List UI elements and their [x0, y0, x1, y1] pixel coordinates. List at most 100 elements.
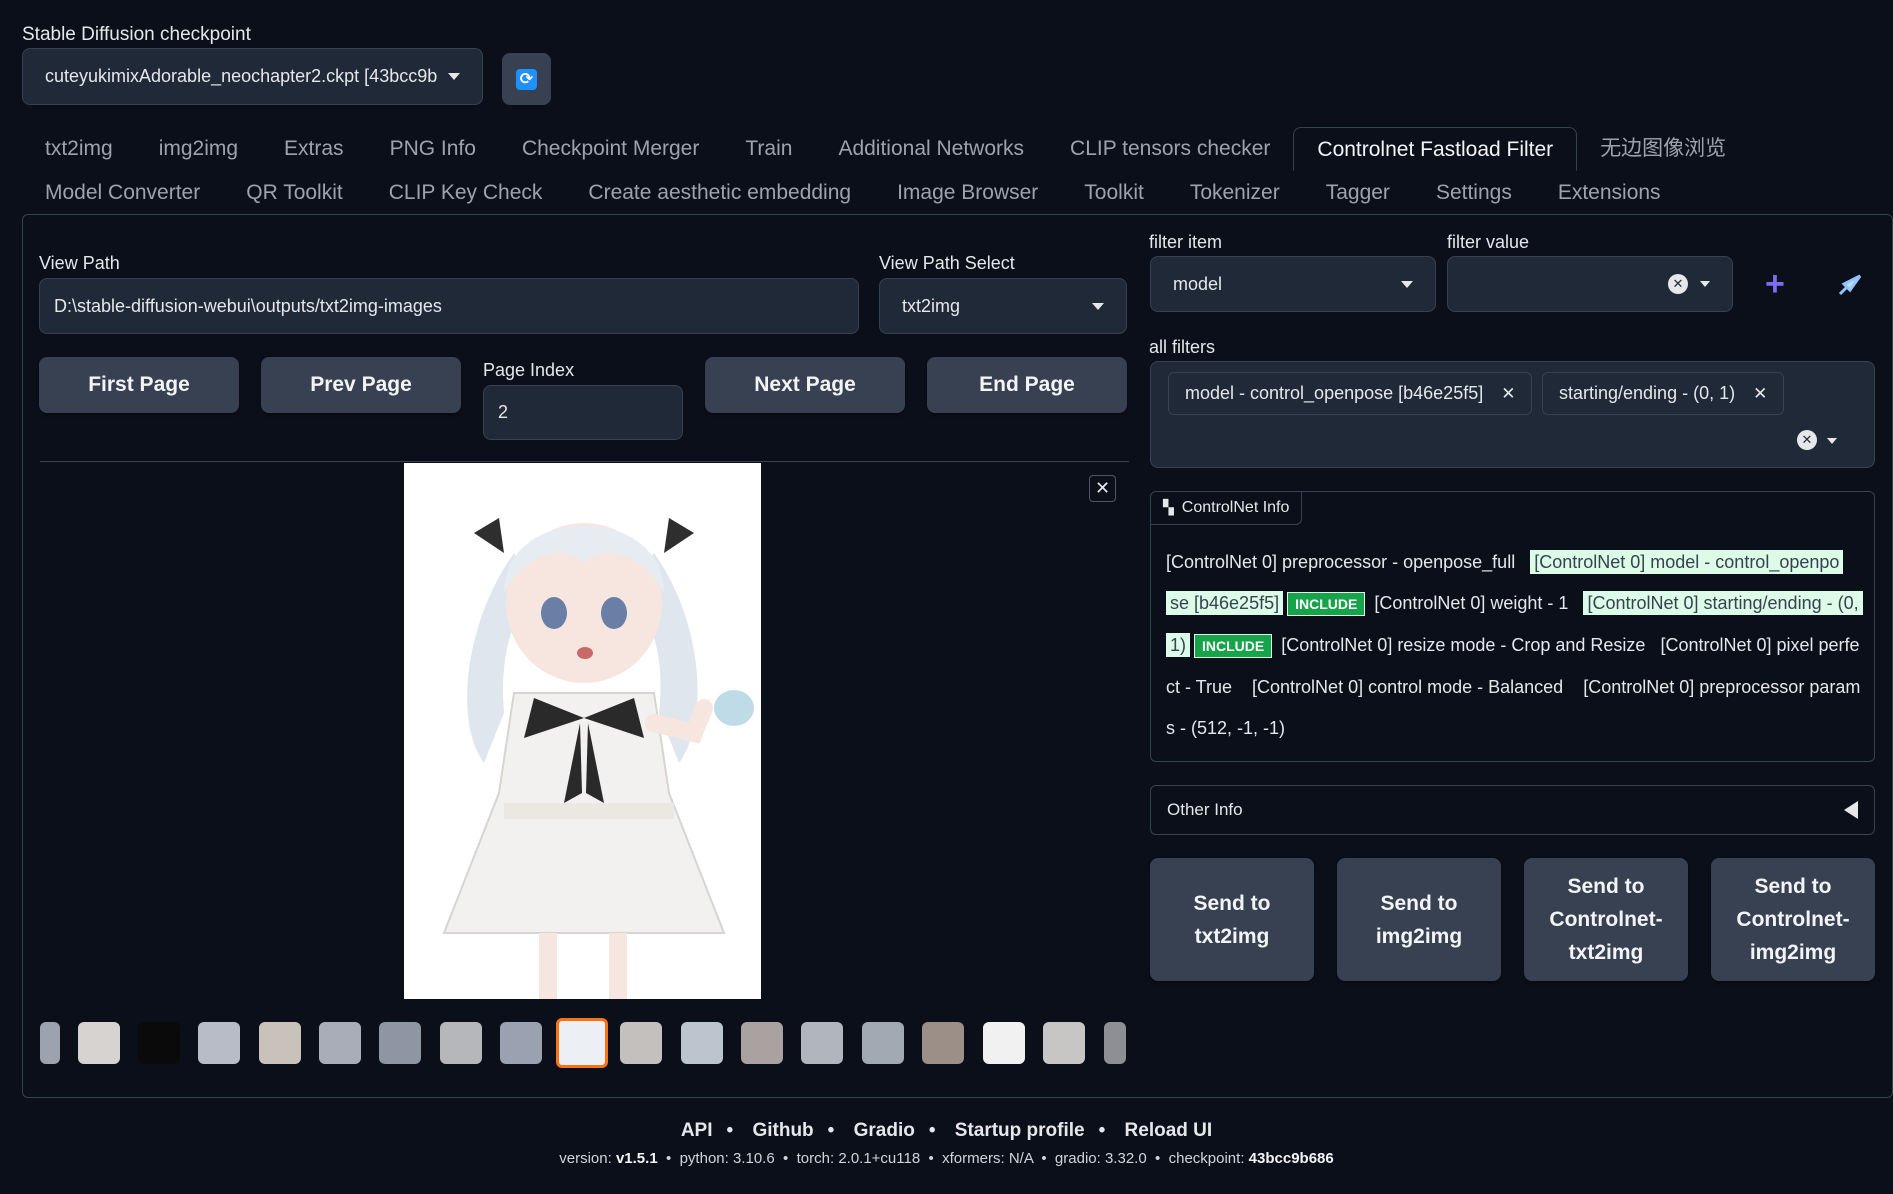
anime-girl-illustration	[404, 463, 761, 999]
include-badge: INCLUDE	[1194, 634, 1273, 658]
gradio-link[interactable]: Gradio	[854, 1120, 915, 1141]
info-line: s - (512, -1, -1)	[1166, 713, 1285, 743]
filter-value-label: filter value	[1447, 232, 1530, 252]
tab-txt2img[interactable]: txt2img	[22, 127, 136, 171]
view-path-input[interactable]: D:\stable-diffusion-webui\outputs/txt2im…	[39, 278, 859, 334]
gallery-thumbnail[interactable]	[620, 1022, 662, 1064]
info-text: [ControlNet 0] pixel perfe	[1660, 635, 1860, 655]
other-info-accordion[interactable]: Other Info	[1150, 785, 1875, 835]
preview-image[interactable]	[404, 463, 761, 999]
github-link[interactable]: Github	[752, 1120, 813, 1141]
api-link[interactable]: API	[681, 1120, 713, 1141]
clear-all-icon[interactable]: ✕	[1797, 430, 1817, 450]
refresh-checkpoint-button[interactable]: ⟳	[502, 53, 551, 105]
close-icon: ✕	[1094, 478, 1111, 498]
send-to-txt2img-button[interactable]: Send to txt2img	[1150, 858, 1314, 981]
gallery-thumbnail[interactable]	[78, 1022, 120, 1064]
gallery-thumbnail-selected[interactable]	[556, 1018, 608, 1068]
gallery-thumbnail[interactable]	[259, 1022, 301, 1064]
view-path-label: View Path	[39, 253, 120, 273]
tab-tagger[interactable]: Tagger	[1303, 171, 1413, 215]
page-index-input[interactable]: 2	[483, 385, 683, 440]
info-line: ct - True [ControlNet 0] control mode - …	[1166, 672, 1860, 702]
reload-ui-link[interactable]: Reload UI	[1125, 1120, 1213, 1141]
tab-qr-toolkit[interactable]: QR Toolkit	[223, 171, 365, 215]
first-page-button[interactable]: First Page	[39, 357, 239, 413]
footer-links: API • Github • Gradio • Startup profile • Re…	[680, 1120, 1213, 1141]
send-to-img2img-button[interactable]: Send to img2img	[1337, 858, 1501, 981]
gallery-thumbnail[interactable]	[379, 1022, 421, 1064]
send-to-controlnet-txt2img-button[interactable]: Send to Controlnet- txt2img	[1524, 858, 1688, 981]
info-highlight: [ControlNet 0] starting/ending - (0,	[1583, 591, 1863, 615]
tab-toolkit[interactable]: Toolkit	[1061, 171, 1167, 215]
gallery-thumbnail[interactable]	[440, 1022, 482, 1064]
gallery-thumbnail[interactable]	[862, 1022, 904, 1064]
torch-value: 2.0.1+cu118	[838, 1150, 921, 1167]
filter-value-select[interactable]: ✕	[1447, 256, 1733, 312]
tab-model-converter[interactable]: Model Converter	[22, 171, 223, 215]
chart-icon: ▚	[1163, 499, 1174, 515]
checkpoint-hash-label: checkpoint:	[1168, 1150, 1245, 1167]
tab-extras[interactable]: Extras	[261, 127, 367, 171]
gallery-thumbnail[interactable]	[198, 1022, 240, 1064]
clear-icon[interactable]: ✕	[1668, 274, 1688, 294]
gallery-thumbnail[interactable]	[40, 1022, 60, 1064]
apply-filter-button[interactable]	[1836, 270, 1864, 303]
startup-profile-link[interactable]: Startup profile	[955, 1120, 1085, 1141]
gallery-thumbnail[interactable]	[138, 1022, 180, 1064]
tab-clip-tensors-checker[interactable]: CLIP tensors checker	[1047, 127, 1293, 171]
gallery-thumbnail[interactable]	[319, 1022, 361, 1064]
view-path-select-value: txt2img	[902, 295, 961, 316]
info-text: ct - True	[1166, 677, 1233, 697]
prev-page-button[interactable]: Prev Page	[261, 357, 461, 413]
tab-train[interactable]: Train	[722, 127, 815, 171]
tab-create-aesthetic-embedding[interactable]: Create aesthetic embedding	[565, 171, 874, 215]
send-to-controlnet-img2img-button[interactable]: Send to Controlnet- img2img	[1711, 858, 1875, 981]
filter-item-label: filter item	[1149, 232, 1223, 252]
remove-icon[interactable]: ✕	[1501, 384, 1515, 404]
checkpoint-value: cuteyukimixAdorable_neochapter2.ckpt [43…	[45, 66, 438, 86]
checkpoint-hash-value: 43bcc9b686	[1248, 1150, 1334, 1167]
info-highlight: se [b46e25f5]	[1166, 591, 1284, 615]
controlnet-info-tab: ▚ ControlNet Info	[1151, 491, 1303, 525]
info-line: se [b46e25f5] INCLUDE [ControlNet 0] weig…	[1166, 588, 1863, 618]
remove-icon[interactable]: ✕	[1753, 384, 1767, 404]
gallery-thumbnail[interactable]	[741, 1022, 783, 1064]
tab-checkpoint-merger[interactable]: Checkpoint Merger	[499, 127, 722, 171]
tab-image-browser[interactable]: Image Browser	[874, 171, 1061, 215]
python-label: python:	[679, 1150, 729, 1167]
info-text: [ControlNet 0] preprocessor param	[1583, 677, 1861, 697]
chevron-down-icon	[1092, 302, 1104, 310]
tab-clip-key-check[interactable]: CLIP Key Check	[366, 171, 566, 215]
tab-tokenizer[interactable]: Tokenizer	[1167, 171, 1303, 215]
torch-label: torch:	[796, 1150, 835, 1167]
tab-png-info[interactable]: PNG Info	[367, 127, 499, 171]
end-page-button[interactable]: End Page	[927, 357, 1127, 413]
filter-chip[interactable]: starting/ending - (0, 1) ✕	[1542, 372, 1785, 415]
view-path-select[interactable]: txt2img	[879, 278, 1127, 334]
tab-settings[interactable]: Settings	[1413, 171, 1535, 215]
gallery-thumbnail[interactable]	[500, 1022, 542, 1064]
gallery-thumbnail[interactable]	[1104, 1022, 1126, 1064]
next-page-button[interactable]: Next Page	[705, 357, 905, 413]
filter-chip-label: starting/ending - (0, 1)	[1559, 383, 1736, 403]
gallery-thumbnail[interactable]	[801, 1022, 843, 1064]
tab-controlnet-fastload-filter[interactable]: Controlnet Fastload Filter	[1293, 127, 1578, 171]
close-preview-button[interactable]: ✕	[1089, 475, 1116, 502]
tab-img2img[interactable]: img2img	[136, 127, 261, 171]
filter-item-select[interactable]: model	[1150, 256, 1436, 312]
include-badge: INCLUDE	[1287, 592, 1366, 616]
tab-infinite-image-browsing[interactable]: 无边图像浏览	[1577, 127, 1749, 171]
gallery-thumbnail[interactable]	[1043, 1022, 1085, 1064]
version-value: v1.5.1	[615, 1150, 658, 1167]
page-index-label: Page Index	[483, 360, 575, 380]
tab-additional-networks[interactable]: Additional Networks	[815, 127, 1047, 171]
filter-chip[interactable]: model - control_openpose [b46e25f5] ✕	[1168, 372, 1533, 415]
gallery-thumbnail[interactable]	[681, 1022, 723, 1064]
gallery-thumbnail[interactable]	[983, 1022, 1025, 1064]
gallery-thumbnail[interactable]	[922, 1022, 964, 1064]
tab-extensions[interactable]: Extensions	[1535, 171, 1684, 215]
add-filter-button[interactable]: +	[1765, 264, 1785, 304]
checkpoint-dropdown[interactable]: cuteyukimixAdorable_neochapter2.ckpt [43…	[22, 48, 483, 105]
info-highlight: [ControlNet 0] model - control_openpo	[1530, 550, 1844, 574]
